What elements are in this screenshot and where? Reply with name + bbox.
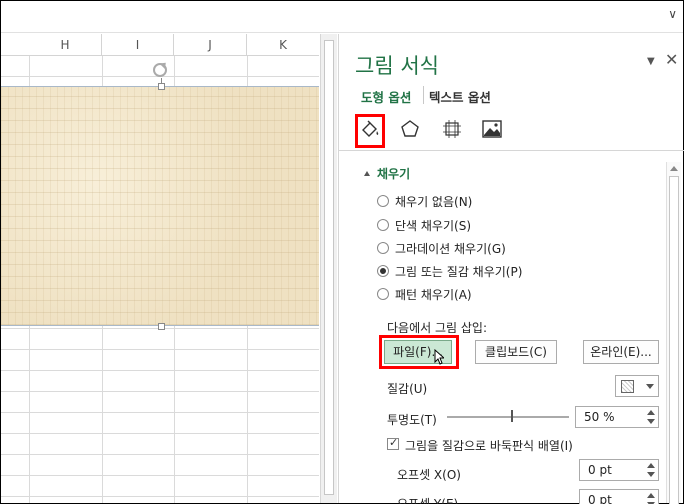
collapse-triangle-icon[interactable]	[364, 171, 370, 176]
resize-handle-bottom[interactable]	[158, 323, 165, 330]
tile-picture-checkbox[interactable]	[387, 436, 399, 450]
chevron-down-icon[interactable]: ∨	[668, 7, 677, 21]
offset-y-label: 오프셋 Y(E)	[397, 497, 459, 504]
column-header-i[interactable]: I	[102, 34, 174, 56]
close-icon[interactable]: ✕	[665, 50, 678, 69]
radio-gradient-fill[interactable]: 그라데이션 채우기(G)	[377, 239, 506, 257]
pane-scrollbar-thumb[interactable]	[669, 176, 679, 504]
fill-line-icon-highlight	[355, 114, 385, 148]
mouse-cursor-icon	[434, 349, 444, 365]
column-header-k[interactable]: K	[247, 34, 319, 56]
pane-title: 그림 서식	[355, 54, 439, 78]
transparency-label: 투명도(T)	[387, 413, 437, 427]
radio-label: 그라데이션 채우기(G)	[395, 241, 506, 256]
radio-label: 패턴 채우기(A)	[395, 287, 472, 302]
radio-label: 채우기 없음(N)	[395, 194, 473, 209]
tile-picture-label: 그림을 질감으로 바둑판식 배열(I)	[405, 439, 573, 453]
offset-y-spinner[interactable]: 0 pt	[579, 489, 659, 504]
resize-handle-top[interactable]	[158, 83, 165, 90]
spin-up-icon[interactable]	[647, 463, 655, 468]
radio-solid-fill[interactable]: 단색 채우기(S)	[377, 216, 471, 234]
offset-x-value[interactable]: 0 pt	[588, 463, 612, 477]
spin-down-icon[interactable]	[647, 419, 655, 424]
section-fill-header[interactable]: 채우기	[377, 165, 410, 182]
radio-label: 단색 채우기(S)	[395, 218, 471, 233]
pane-scrollbar[interactable]	[666, 162, 681, 504]
column-header-j[interactable]: J	[174, 34, 247, 56]
spreadsheet-area[interactable]: H I J K	[1, 34, 319, 503]
radio-button[interactable]	[377, 195, 389, 207]
transparency-spinner[interactable]: 50 %	[575, 406, 659, 428]
picture-icon[interactable]	[481, 118, 503, 140]
pane-options-dropdown-icon[interactable]: ▼	[647, 56, 655, 67]
radio-button-checked[interactable]	[377, 265, 389, 277]
tab-shape-options[interactable]: 도형 옵션	[361, 87, 411, 106]
pane-divider	[339, 150, 684, 151]
radio-button[interactable]	[377, 219, 389, 231]
radio-button[interactable]	[377, 288, 389, 300]
offset-x-spinner[interactable]: 0 pt	[579, 459, 659, 481]
textured-picture[interactable]	[1, 86, 319, 326]
transparency-slider[interactable]	[447, 416, 569, 418]
texture-dropdown[interactable]	[615, 375, 659, 397]
tab-text-options[interactable]: 텍스트 옵션	[429, 87, 491, 106]
file-button-highlight	[379, 335, 459, 369]
transparency-slider-thumb[interactable]	[511, 410, 513, 422]
radio-picture-texture-fill[interactable]: 그림 또는 질감 채우기(P)	[377, 262, 522, 280]
radio-label: 그림 또는 질감 채우기(P)	[395, 264, 523, 279]
radio-no-fill[interactable]: 채우기 없음(N)	[377, 192, 472, 210]
spin-down-icon[interactable]	[647, 472, 655, 477]
scrollbar-thumb[interactable]	[324, 40, 334, 495]
offset-y-value[interactable]: 0 pt	[588, 493, 612, 504]
spinner-arrows[interactable]	[644, 460, 658, 480]
radio-pattern-fill[interactable]: 패턴 채우기(A)	[377, 285, 472, 303]
column-header-h[interactable]: H	[29, 34, 102, 56]
rotate-handle-icon[interactable]	[153, 63, 167, 77]
clipboard-button[interactable]: 클립보드(C)	[475, 340, 557, 364]
spinner-arrows[interactable]	[644, 490, 658, 504]
radio-button[interactable]	[377, 242, 389, 254]
online-button[interactable]: 온라인(E)...	[583, 340, 659, 364]
spinner-arrows[interactable]	[644, 407, 658, 427]
tab-separator	[423, 86, 424, 104]
texture-label: 질감(U)	[387, 382, 428, 396]
effects-pentagon-icon[interactable]	[399, 118, 421, 140]
insert-picture-from-label: 다음에서 그림 삽입:	[387, 321, 487, 335]
top-bar: ∨	[1, 1, 683, 33]
column-headers: H I J K	[1, 34, 319, 56]
sheet-vertical-scrollbar[interactable]	[320, 34, 337, 503]
spin-up-icon[interactable]	[647, 410, 655, 415]
spin-up-icon[interactable]	[647, 493, 655, 498]
format-picture-pane: 그림 서식 ▼ ✕ 도형 옵션 텍스트 옵션 채우기 채우기 없음(N) 단색 …	[338, 34, 684, 504]
chevron-down-icon	[646, 384, 654, 389]
scroll-up-icon[interactable]	[670, 166, 678, 171]
offset-x-label: 오프셋 X(O)	[397, 468, 461, 482]
transparency-value[interactable]: 50 %	[584, 410, 615, 424]
texture-swatch-icon	[621, 380, 634, 393]
size-properties-icon[interactable]	[441, 118, 463, 140]
